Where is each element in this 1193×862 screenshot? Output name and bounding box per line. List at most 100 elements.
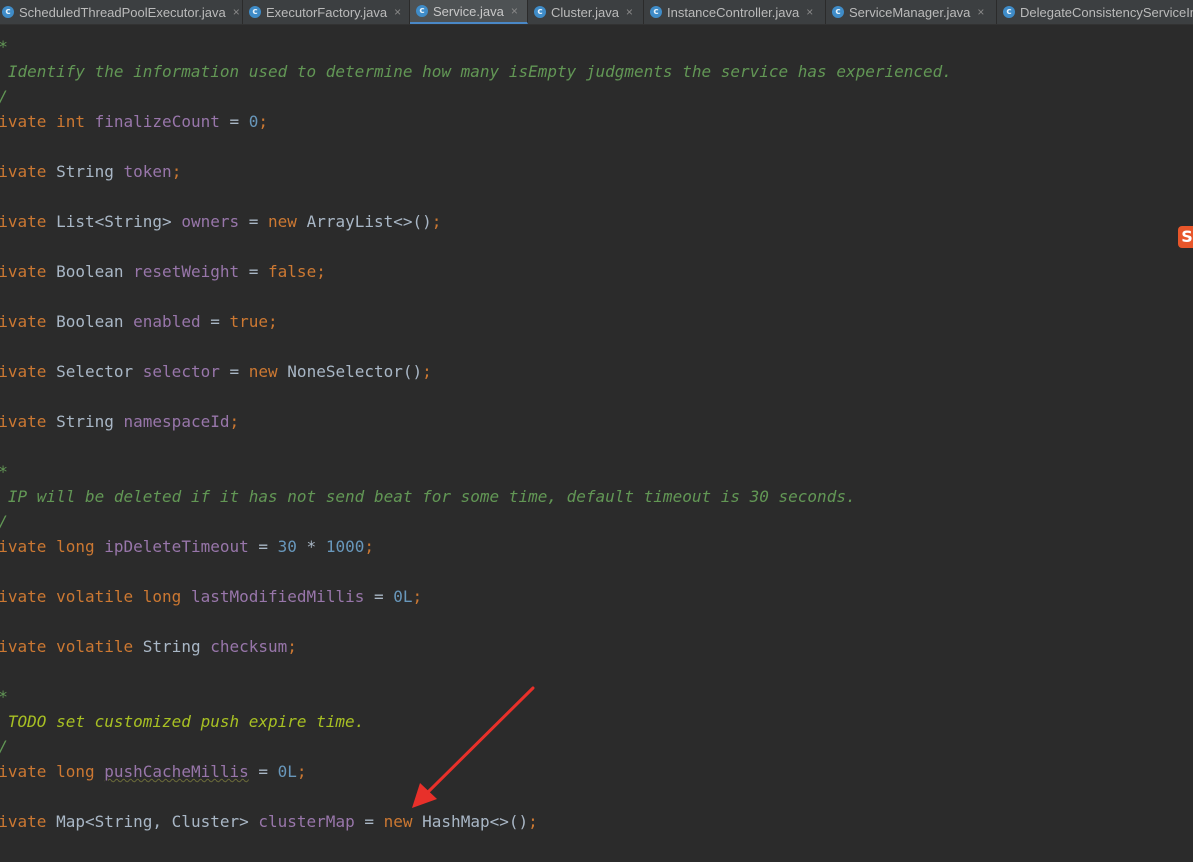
code-line-namespace-id: private String namespaceId; bbox=[0, 410, 239, 434]
type-token: String bbox=[142, 637, 201, 656]
class-icon: c bbox=[650, 6, 662, 18]
semicolon-token: ; bbox=[296, 762, 307, 781]
type-token: long bbox=[56, 537, 95, 556]
tab-delegateconsistencyservice[interactable]: c DelegateConsistencyServiceIm bbox=[997, 0, 1193, 24]
literal-token: true bbox=[229, 312, 269, 331]
operator-token: = bbox=[248, 762, 278, 781]
tab-instancecontroller[interactable]: c InstanceController.java × bbox=[644, 0, 826, 24]
code-line-token: private String token; bbox=[0, 160, 181, 184]
code-line-owners: private List<String> owners = new ArrayL… bbox=[0, 210, 441, 234]
close-icon[interactable]: × bbox=[626, 5, 633, 19]
type-token: Boolean bbox=[56, 312, 124, 331]
modifier-token: volatile bbox=[56, 637, 134, 656]
semicolon-token: ; bbox=[229, 412, 240, 431]
operator-token: = bbox=[239, 212, 269, 231]
modifier-token: private bbox=[0, 162, 47, 181]
modifier-token: private bbox=[0, 762, 47, 781]
class-icon: c bbox=[832, 6, 844, 18]
code-line-checksum: private volatile String checksum; bbox=[0, 635, 297, 659]
keyword-token: new bbox=[383, 812, 413, 831]
code-line-comment: * Identify the information used to deter… bbox=[0, 60, 952, 84]
tab-executorfactory[interactable]: c ExecutorFactory.java × bbox=[243, 0, 410, 24]
class-icon: c bbox=[1003, 6, 1015, 18]
code-line-comment: /** bbox=[0, 35, 8, 59]
operator-token: = bbox=[200, 312, 230, 331]
class-icon: c bbox=[416, 5, 428, 17]
tab-servicemanager[interactable]: c ServiceManager.java × bbox=[826, 0, 997, 24]
keyword-token: new bbox=[268, 212, 297, 231]
type-token: long bbox=[56, 762, 95, 781]
modifier-token: private bbox=[0, 537, 47, 556]
code-line-finalize-count: private int finalizeCount = 0; bbox=[0, 110, 268, 134]
close-icon[interactable]: × bbox=[806, 5, 813, 19]
semicolon-token: ; bbox=[528, 812, 538, 831]
code-line-push-cache-millis: private long pushCacheMillis = 0L; bbox=[0, 760, 307, 784]
field-token: namespaceId bbox=[123, 412, 230, 431]
modifier-token: private bbox=[0, 112, 47, 131]
code-line-comment: */ bbox=[0, 510, 8, 534]
code-line-comment: * TODO set customized push expire time. bbox=[0, 710, 364, 734]
code-line-cluster-map: private Map<String, Cluster> clusterMap … bbox=[0, 810, 538, 834]
field-token: checksum bbox=[210, 637, 288, 656]
type-token: int bbox=[56, 112, 85, 131]
semicolon-token: ; bbox=[171, 162, 182, 181]
keyword-token: new bbox=[248, 362, 278, 381]
modifier-token: private bbox=[0, 412, 47, 431]
code-line-selector: private Selector selector = new NoneSele… bbox=[0, 360, 432, 384]
field-token: selector bbox=[142, 362, 220, 381]
semicolon-token: ; bbox=[422, 362, 432, 381]
comment-token: * IP will be deleted if it has not send … bbox=[0, 487, 856, 506]
field-token: lastModifiedMillis bbox=[190, 587, 365, 606]
operator-token: = bbox=[239, 262, 269, 281]
ime-sogou-icon[interactable]: S bbox=[1178, 226, 1193, 248]
close-icon[interactable]: × bbox=[233, 5, 240, 19]
modifier-token: private bbox=[0, 587, 47, 606]
field-token: ipDeleteTimeout bbox=[104, 537, 249, 556]
modifier-token: private bbox=[0, 212, 47, 231]
tab-service[interactable]: c Service.java × bbox=[410, 0, 528, 24]
semicolon-token: ; bbox=[431, 212, 442, 231]
operator-token: * bbox=[296, 537, 326, 556]
tab-label: ScheduledThreadPoolExecutor.java bbox=[19, 4, 226, 20]
tab-label: Service.java bbox=[433, 3, 504, 19]
code-line-enabled: private Boolean enabled = true; bbox=[0, 310, 278, 334]
todo-comment-token: TODO set customized push expire time. bbox=[7, 712, 365, 731]
operator-token: = bbox=[219, 362, 249, 381]
operator-token: = bbox=[248, 537, 278, 556]
editor-tab-bar: c ScheduledThreadPoolExecutor.java × c E… bbox=[0, 0, 1193, 25]
field-token: finalizeCount bbox=[94, 112, 220, 131]
number-token: 30 bbox=[277, 537, 297, 556]
semicolon-token: ; bbox=[287, 637, 297, 656]
tab-cluster[interactable]: c Cluster.java × bbox=[528, 0, 644, 24]
operator-token: = bbox=[364, 587, 394, 606]
modifier-token: private bbox=[0, 362, 47, 381]
code-line-ip-delete-timeout: private long ipDeleteTimeout = 30 * 1000… bbox=[0, 535, 374, 559]
type-token: Map<String, Cluster> bbox=[56, 812, 249, 831]
code-line-comment: */ bbox=[0, 85, 8, 109]
comment-token: */ bbox=[0, 737, 8, 756]
comment-token: */ bbox=[0, 512, 8, 531]
close-icon[interactable]: × bbox=[977, 5, 984, 19]
comment-token: /** bbox=[0, 687, 8, 706]
field-token: owners bbox=[181, 212, 240, 231]
comment-token: * Identify the information used to deter… bbox=[0, 62, 952, 81]
tab-scheduledthreadpoolexecutor[interactable]: c ScheduledThreadPoolExecutor.java × bbox=[0, 0, 243, 24]
field-token: pushCacheMillis bbox=[104, 762, 249, 781]
code-editor[interactable]: /** * Identify the information used to d… bbox=[0, 25, 1193, 862]
close-icon[interactable]: × bbox=[511, 4, 518, 18]
operator-token: = bbox=[219, 112, 249, 131]
type-token: String bbox=[56, 412, 114, 431]
constructor-token: HashMap<>() bbox=[422, 812, 529, 831]
code-line-comment: * IP will be deleted if it has not send … bbox=[0, 485, 856, 509]
constructor-token: ArrayList<>() bbox=[306, 212, 432, 231]
comment-token: */ bbox=[0, 87, 8, 106]
number-token: 0 bbox=[248, 112, 259, 131]
class-lock-icon: c bbox=[2, 6, 14, 18]
comment-token: /** bbox=[0, 37, 8, 56]
tab-label: DelegateConsistencyServiceIm bbox=[1020, 4, 1193, 20]
close-icon[interactable]: × bbox=[394, 5, 401, 19]
modifier-token: volatile bbox=[56, 587, 134, 606]
operator-token: = bbox=[354, 812, 384, 831]
comment-token: * bbox=[0, 712, 8, 731]
type-token: String bbox=[56, 162, 114, 181]
